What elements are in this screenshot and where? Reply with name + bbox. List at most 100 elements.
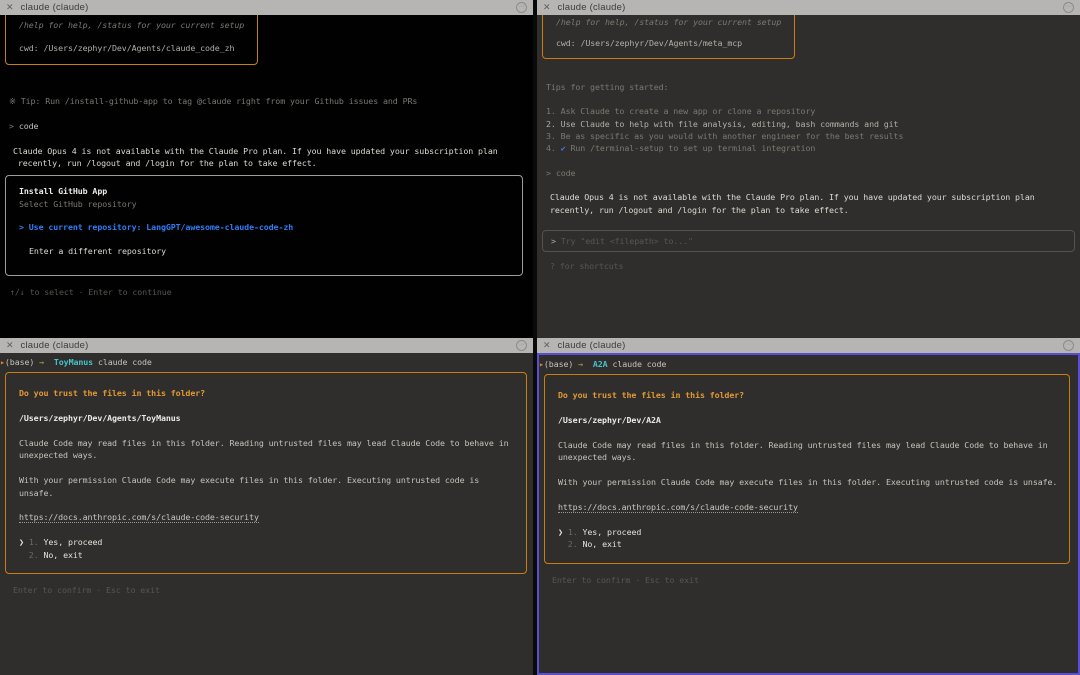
tip4-text: Run /terminal-setup to set up terminal i… <box>570 143 816 154</box>
option-use-current-repository[interactable]: > Use current repository: LangGPT/awesom… <box>19 221 522 233</box>
tip-item-1: 1. Ask Claude to create a new app or clo… <box>546 106 816 117</box>
tip-item-4: 4. ✔ Run /terminal-setup to set up termi… <box>546 142 1080 154</box>
option2-number: 2. <box>567 539 578 550</box>
trust-paragraph-2: With your permission Claude Code may exe… <box>558 477 1058 488</box>
tip-item-2: 2. Use Claude to help with file analysis… <box>546 118 899 129</box>
titlebar[interactable]: ✕ claude (claude) ··· <box>537 0 1080 15</box>
tip-item-3: 3. Be as specific as you would with anot… <box>546 131 904 142</box>
help-hint: /help for help, /status for your current… <box>19 20 245 30</box>
trust-dialog: Do you trust the files in this folder? /… <box>544 374 1070 564</box>
option-yes-proceed[interactable]: ❯ 1. Yes, proceed <box>19 536 514 548</box>
menu-icon[interactable]: ··· <box>1063 2 1074 13</box>
folder-path: /Users/zephyr/Dev/Agents/ToyManus <box>19 413 181 424</box>
terminal-content[interactable]: ▸(base) → ToyManus claude code Do you tr… <box>0 353 533 675</box>
option-yes-proceed[interactable]: ❯ 1. Yes, proceed <box>558 526 1057 538</box>
titlebar[interactable]: ✕ claude (claude) ··· <box>537 338 1080 353</box>
trust-paragraph-1: Claude Code may read files in this folde… <box>558 439 1057 464</box>
current-dir: A2A <box>592 359 608 369</box>
terminal-content[interactable]: /help for help, /status for your current… <box>0 15 533 338</box>
prompt-line: > code <box>9 120 533 132</box>
titlebar[interactable]: ✕ claude (claude) ··· <box>0 0 533 15</box>
trust-paragraph-2: With your permission Claude Code may exe… <box>19 474 514 499</box>
plan-notice-line2: recently, run /logout and /login for the… <box>550 204 849 215</box>
trust-options: ❯ 1. Yes, proceed 2. No, exit <box>558 526 1057 551</box>
close-icon[interactable]: ✕ <box>6 0 14 15</box>
security-docs-link[interactable]: https://docs.anthropic.com/s/claude-code… <box>19 512 259 524</box>
menu-icon[interactable]: ··· <box>1063 340 1074 351</box>
prompt-command: code <box>18 121 39 132</box>
para2-line1: With your permission Claude Code may exe… <box>19 475 480 486</box>
para1-line1: Claude Code may read files in this folde… <box>558 440 1048 450</box>
conda-env: (base) <box>4 357 35 367</box>
terminal-window-bottom-left: ✕ claude (claude) ··· ▸(base) → ToyManus… <box>0 338 533 675</box>
welcome-box: /help for help, /status for your current… <box>542 15 795 59</box>
close-icon[interactable]: ✕ <box>543 338 551 353</box>
input-placeholder-line: > Try "edit <filepath> to..." <box>551 235 1074 247</box>
option1-label: Yes, proceed <box>582 526 642 537</box>
trust-paragraph-1: Claude Code may read files in this folde… <box>19 437 514 462</box>
current-dir: ToyManus <box>53 357 94 367</box>
close-icon[interactable]: ✕ <box>6 338 14 353</box>
terminal-content[interactable]: /help for help, /status for your current… <box>537 15 1080 338</box>
menu-icon[interactable]: ··· <box>516 2 527 13</box>
tips-list: 1. Ask Claude to create a new app or clo… <box>546 105 1080 155</box>
shell-prompt: ▸(base) → A2A claude code <box>539 355 1078 370</box>
window-title: claude (claude) <box>20 340 89 351</box>
option2-label: No, exit <box>582 539 622 550</box>
shell-command: claude code <box>612 359 667 369</box>
terminal-content[interactable]: ▸(base) → A2A claude code Do you trust t… <box>537 353 1080 675</box>
para2-line2: unsafe. <box>19 487 54 498</box>
para1-line1: Claude Code may read files in this folde… <box>19 438 509 448</box>
prompt-line: > code <box>546 167 1080 179</box>
folder-path: /Users/zephyr/Dev/A2A <box>558 415 661 426</box>
close-icon[interactable]: ✕ <box>543 0 551 15</box>
trust-dialog-title: Do you trust the files in this folder? <box>558 390 745 401</box>
para1-line2: unexpected ways. <box>558 452 637 463</box>
help-hint: /help for help, /status for your current… <box>556 17 782 27</box>
option-no-exit[interactable]: 2. No, exit <box>558 538 1057 550</box>
menu-icon[interactable]: ··· <box>516 340 527 351</box>
window-title: claude (claude) <box>20 2 89 13</box>
shell-command: claude code <box>97 357 152 367</box>
option1-number: 1. <box>28 537 39 548</box>
option2-label: No, exit <box>43 549 83 560</box>
security-docs-link[interactable]: https://docs.anthropic.com/s/claude-code… <box>558 502 798 513</box>
window-title: claude (claude) <box>557 340 626 351</box>
command-input[interactable]: > Try "edit <filepath> to..." <box>542 230 1075 253</box>
window-title: claude (claude) <box>557 2 626 13</box>
shortcuts-hint: ? for shortcuts <box>550 261 624 272</box>
shell-prompt: ▸(base) → ToyManus claude code <box>0 353 533 368</box>
option2-number: 2. <box>28 549 39 560</box>
security-link-line: https://docs.anthropic.com/s/claude-code… <box>558 501 1057 513</box>
tip-line: ※ Tip: Run /install-github-app to tag @c… <box>9 95 418 106</box>
input-placeholder: Try "edit <filepath> to..." <box>560 236 693 247</box>
confirm-hint: Enter to confirm · Esc to exit <box>13 585 160 596</box>
option-enter-different-repository[interactable]: Enter a different repository <box>29 245 522 257</box>
terminal-window-top-left: ✕ claude (claude) ··· /help for help, /s… <box>0 0 533 338</box>
security-link-line: https://docs.anthropic.com/s/claude-code… <box>19 511 514 524</box>
option-no-exit[interactable]: 2. No, exit <box>19 549 514 561</box>
dialog-subtitle: Select GitHub repository <box>19 198 137 209</box>
desktop: ✕ claude (claude) ··· /help for help, /s… <box>0 0 1080 675</box>
trust-dialog: Do you trust the files in this folder? /… <box>5 372 527 575</box>
prompt-command: code <box>555 167 576 178</box>
terminal-window-top-right: ✕ claude (claude) ··· /help for help, /s… <box>537 0 1080 338</box>
cwd-line: cwd: /Users/zephyr/Dev/Agents/meta_mcp <box>556 38 743 49</box>
plan-notice-line2: recently, run /logout and /login for the… <box>13 158 317 169</box>
conda-env: (base) <box>543 359 574 369</box>
tips-header: Tips for getting started: <box>546 81 669 92</box>
para1-line2: unexpected ways. <box>19 450 98 461</box>
plan-notice: Claude Opus 4 is not available with the … <box>13 145 533 170</box>
dialog-title: Install GitHub App <box>19 186 108 197</box>
select-hint: ↑/↓ to select · Enter to continue <box>10 287 172 298</box>
titlebar[interactable]: ✕ claude (claude) ··· <box>0 338 533 353</box>
welcome-box: /help for help, /status for your current… <box>5 15 258 65</box>
terminal-window-bottom-right: ✕ claude (claude) ··· ▸(base) → A2A clau… <box>537 338 1080 675</box>
trust-dialog-title: Do you trust the files in this folder? <box>19 388 206 399</box>
confirm-hint: Enter to confirm · Esc to exit <box>552 574 699 585</box>
trust-options: ❯ 1. Yes, proceed 2. No, exit <box>19 536 514 561</box>
plan-notice-line1: Claude Opus 4 is not available with the … <box>550 192 1035 203</box>
install-github-app-dialog: Install GitHub App Select GitHub reposit… <box>5 175 523 277</box>
plan-notice: Claude Opus 4 is not available with the … <box>550 191 1080 216</box>
cwd-line: cwd: /Users/zephyr/Dev/Agents/claude_cod… <box>19 43 235 54</box>
